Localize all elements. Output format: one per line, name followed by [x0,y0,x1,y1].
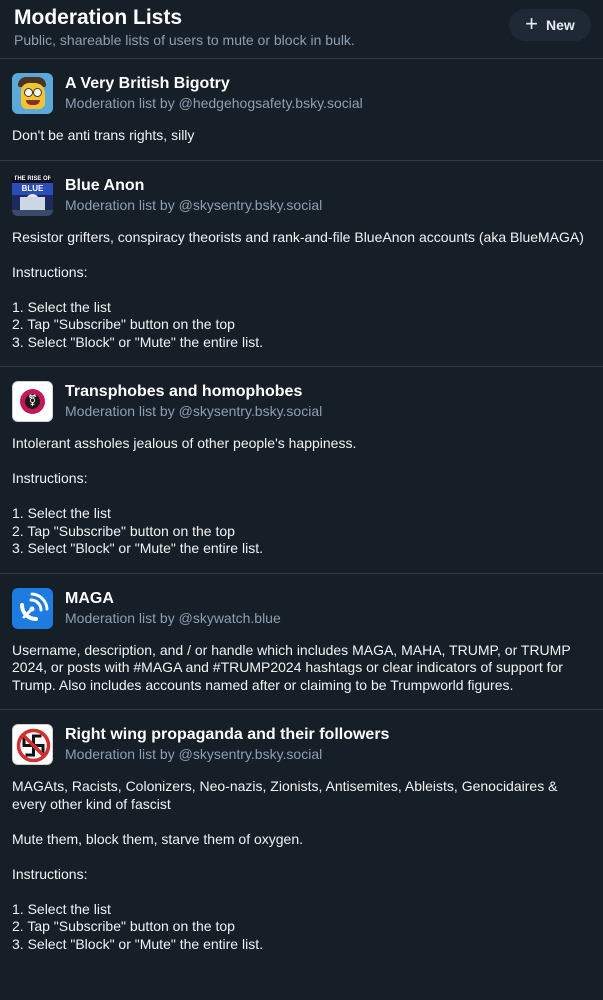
list-item-header: ⚧ Transphobes and homophobes Moderation … [12,381,591,422]
list-name[interactable]: MAGA [65,589,281,609]
list-name[interactable]: Right wing propaganda and their follower… [65,725,389,745]
list-item-titles: Blue Anon Moderation list by @skysentry.… [65,175,322,215]
list-item[interactable]: THE RISE OF BLUE ANON Blue Anon Moderati… [0,161,603,367]
list-item[interactable]: MAGA Moderation list by @skywatch.blue U… [0,574,603,710]
satellite-dish-avatar [12,587,53,629]
list-description: Username, description, and / or handle w… [12,641,575,693]
page-header: Moderation Lists Public, shareable lists… [0,0,603,59]
plus-icon: + [525,11,539,36]
list-description: Don't be anti trans rights, silly [12,127,195,143]
list-name[interactable]: Blue Anon [65,176,322,196]
list-byline: Moderation list by @hedgehogsafety.bsky.… [65,95,363,111]
page-title: Moderation Lists [14,6,183,29]
transgender-symbol-avatar: ⚧ [12,381,53,422]
list-item[interactable]: ⚧ Transphobes and homophobes Moderation … [0,367,603,574]
new-list-button[interactable]: + New [509,9,591,41]
satellite-dish-icon [20,592,49,621]
list-item-header: Right wing propaganda and their follower… [12,724,591,765]
page-subtitle: Public, shareable lists of users to mute… [14,32,355,48]
list-item-titles: Transphobes and homophobes Moderation li… [65,381,322,421]
avatar-poster-band-text: BLUE ANON [12,182,53,205]
list-description: MAGAts, Racists, Colonizers, Neo-nazis, … [12,778,558,952]
new-button-label: New [546,17,575,33]
list-name[interactable]: Transphobes and homophobes [65,382,322,402]
list-byline: Moderation list by @skysentry.bsky.socia… [65,403,323,419]
list-item-header: A Very British Bigotry Moderation list b… [12,73,591,114]
prohibited-swastika-icon [16,728,51,763]
list-description: Resistor grifters, conspiracy theorists … [12,228,584,350]
list-item-header: THE RISE OF BLUE ANON Blue Anon Moderati… [12,174,591,216]
list-item-titles: Right wing propaganda and their follower… [65,724,389,764]
list-item-titles: MAGA Moderation list by @skywatch.blue [65,588,281,628]
cartoon-character-avatar [12,73,53,114]
list-name[interactable]: A Very British Bigotry [65,74,363,94]
list-item-header: MAGA Moderation list by @skywatch.blue [12,587,591,629]
transgender-symbol-icon: ⚧ [25,394,40,409]
list-item[interactable]: Right wing propaganda and their follower… [0,710,603,968]
no-swastika-avatar [12,724,53,765]
list-item-titles: A Very British Bigotry Moderation list b… [65,73,363,113]
list-description: Intolerant assholes jealous of other peo… [12,435,357,556]
moderation-lists-page: Moderation Lists Public, shareable lists… [0,0,603,1000]
list-item[interactable]: A Very British Bigotry Moderation list b… [0,59,603,161]
blue-anon-poster-avatar: THE RISE OF BLUE ANON [12,174,53,216]
list-byline: Moderation list by @skysentry.bsky.socia… [65,196,323,213]
list-byline: Moderation list by @skywatch.blue [65,609,281,626]
avatar-poster-top-text: THE RISE OF [12,174,53,183]
list-byline: Moderation list by @skysentry.bsky.socia… [65,746,323,762]
